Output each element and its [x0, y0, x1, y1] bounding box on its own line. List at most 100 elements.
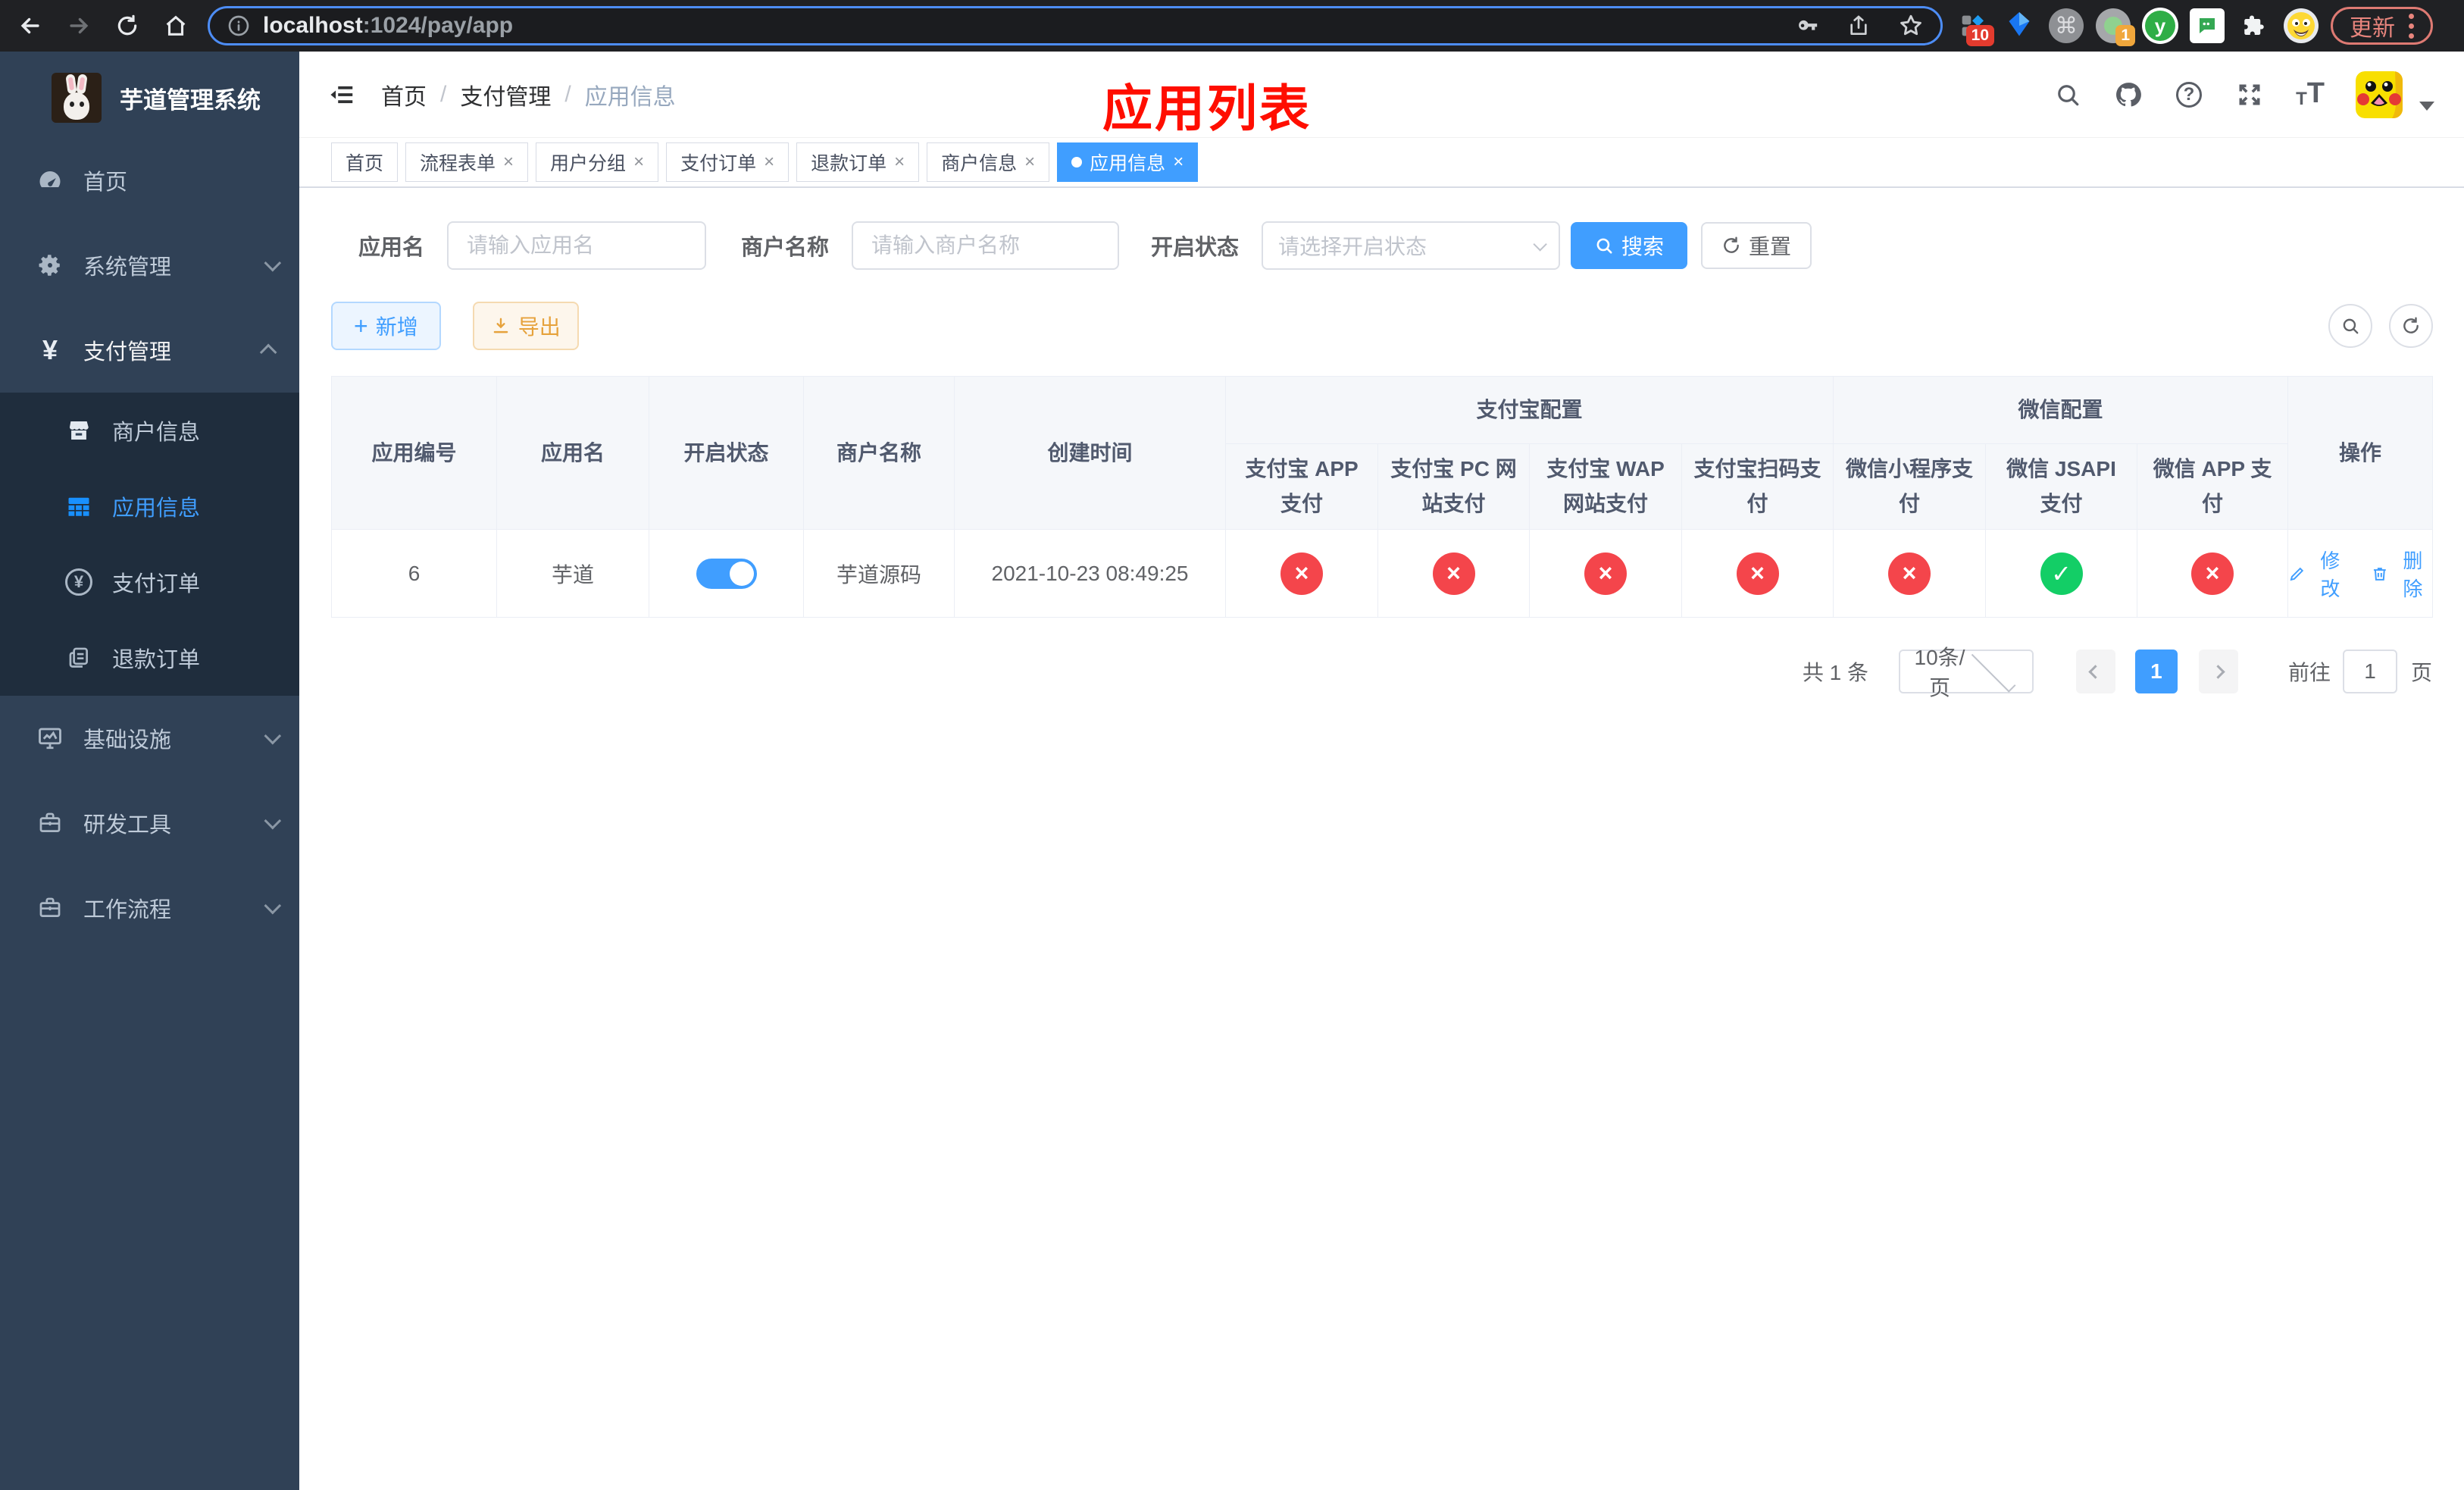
col-header-actions: 操作 — [2287, 376, 2434, 530]
channel-alipay-qr-status[interactable]: × — [1736, 552, 1779, 595]
password-key-icon[interactable] — [1793, 13, 1819, 39]
sidebar-collapse-icon[interactable] — [324, 77, 360, 113]
merchant-name-input[interactable] — [852, 221, 1120, 270]
app-title: 芋道管理系统 — [120, 86, 261, 114]
col-group-alipay: 支付宝配置 — [1224, 376, 1834, 444]
close-icon[interactable]: × — [764, 153, 774, 171]
top-navbar: 首页 / 支付管理 / 应用信息 ? T T — [299, 52, 2464, 138]
grid-table-icon — [64, 491, 94, 521]
page-number-button[interactable]: 1 — [2134, 650, 2178, 693]
browser-menu-icon[interactable] — [2409, 13, 2414, 39]
sidebar-item-workflow[interactable]: 工作流程 — [0, 866, 299, 950]
goto-page-input[interactable] — [2342, 650, 2397, 693]
app-logo — [52, 73, 102, 123]
close-icon[interactable]: × — [894, 153, 905, 171]
help-icon[interactable]: ? — [2174, 80, 2204, 110]
user-avatar[interactable] — [2356, 70, 2403, 118]
page-size-select[interactable]: 10条/页 — [1898, 646, 2034, 700]
fullscreen-icon[interactable] — [2234, 80, 2265, 110]
prev-page-button[interactable] — [2075, 650, 2115, 693]
tab-bar: 首页 流程表单 × 用户分组 × 支付订单 × 退款订单 × 商户信息 × 应用信息 × — [299, 138, 2464, 188]
channel-alipay-app-status[interactable]: × — [1280, 552, 1323, 595]
sidebar-item-system[interactable]: 系统管理 — [0, 223, 299, 308]
status-select[interactable]: 请选择开启状态 — [1262, 221, 1561, 270]
channel-wechat-mini-status[interactable]: × — [1888, 552, 1931, 595]
browser-back-icon[interactable] — [12, 8, 48, 44]
monitor-icon — [35, 723, 65, 753]
toggle-search-button[interactable] — [2328, 304, 2373, 348]
channel-wechat-jsapi-status[interactable]: ✓ — [2040, 552, 2083, 595]
delete-link[interactable]: 删除 — [2371, 546, 2432, 602]
browser-home-icon[interactable] — [158, 8, 194, 44]
tab-refund-orders[interactable]: 退款订单 × — [796, 142, 920, 182]
search-icon[interactable] — [2053, 80, 2083, 110]
refresh-table-button[interactable] — [2389, 304, 2434, 348]
extension-recorder-icon[interactable]: 1 — [2094, 7, 2135, 46]
channel-alipay-pc-status[interactable]: × — [1432, 552, 1475, 595]
sidebar-item-infrastructure[interactable]: 基础设施 — [0, 696, 299, 781]
extension-y-icon[interactable]: y — [2141, 7, 2179, 45]
tab-user-group[interactable]: 用户分组 × — [536, 142, 659, 182]
tab-app-info[interactable]: 应用信息 × — [1057, 142, 1199, 182]
user-menu-caret-icon[interactable] — [2419, 101, 2435, 111]
cell-created: 2021-10-23 08:49:25 — [954, 529, 1226, 618]
sidebar-item-payment[interactable]: ¥ 支付管理 — [0, 308, 299, 393]
close-icon[interactable]: × — [1024, 153, 1035, 171]
sidebar-item-dev-tools[interactable]: 研发工具 — [0, 781, 299, 866]
status-select-placeholder: 请选择开启状态 — [1278, 235, 1427, 258]
github-icon[interactable] — [2113, 80, 2143, 110]
export-button[interactable]: 导出 — [472, 302, 579, 350]
app-name-input[interactable] — [447, 221, 707, 270]
add-button[interactable]: + 新增 — [331, 302, 441, 350]
sidebar-item-refund-orders[interactable]: 退款订单 — [0, 620, 299, 696]
close-icon[interactable]: × — [633, 153, 644, 171]
extension-chat-icon[interactable] — [2188, 7, 2226, 45]
tab-process-form[interactable]: 流程表单 × — [405, 142, 529, 182]
close-icon[interactable]: × — [1173, 153, 1184, 171]
search-icon — [1596, 238, 1612, 254]
reset-button[interactable]: 重置 — [1701, 222, 1812, 269]
next-page-button[interactable] — [2198, 650, 2238, 693]
breadcrumb-home[interactable]: 首页 — [381, 78, 427, 111]
address-bar[interactable]: localhost:1024/pay/app — [208, 6, 1943, 45]
sidebar-item-label: 支付订单 — [112, 572, 201, 596]
url-host: localhost — [263, 13, 363, 38]
chevron-down-icon — [264, 254, 282, 272]
app-logo-row[interactable]: 芋道管理系统 — [0, 52, 299, 138]
font-size-icon[interactable]: TT — [2295, 77, 2325, 110]
col-header-wechat-jsapi: 微信 JSAPI 支付 — [1985, 443, 2138, 530]
edit-link[interactable]: 修改 — [2288, 546, 2350, 602]
tab-home[interactable]: 首页 — [331, 142, 399, 182]
tab-merchant-info[interactable]: 商户信息 × — [927, 142, 1050, 182]
search-button[interactable]: 搜索 — [1571, 222, 1688, 269]
breadcrumb-payment[interactable]: 支付管理 — [460, 78, 551, 111]
browser-update-button[interactable]: 更新 — [2331, 7, 2433, 45]
sidebar-item-home[interactable]: 首页 — [0, 138, 299, 223]
channel-wechat-app-status[interactable]: × — [2191, 552, 2234, 595]
browser-forward-icon[interactable] — [61, 8, 97, 44]
extensions-puzzle-icon[interactable] — [2235, 7, 2273, 45]
extension-grid-icon[interactable]: 10 — [1953, 7, 1994, 46]
site-info-icon[interactable] — [227, 14, 251, 38]
close-icon[interactable]: × — [503, 153, 514, 171]
app-table: 应用编号 应用名 开启状态 商户名称 创建时间 支付宝配置 微信配置 操作 支付… — [331, 376, 2434, 618]
extension-command-icon[interactable]: ⌘ — [2047, 7, 2085, 45]
status-toggle[interactable] — [696, 558, 757, 589]
tab-pay-orders[interactable]: 支付订单 × — [666, 142, 790, 182]
yen-circle-icon: ¥ — [64, 567, 94, 597]
search-form: 应用名 商户名称 开启状态 请选择开启状态 搜索 重置 — [331, 221, 2433, 270]
share-icon[interactable] — [1846, 14, 1871, 38]
document-icon — [64, 643, 94, 673]
sidebar-item-label: 退款订单 — [112, 648, 201, 672]
browser-reload-icon[interactable] — [109, 8, 145, 44]
profile-avatar-icon[interactable] — [2282, 7, 2320, 45]
col-header-alipay-pc: 支付宝 PC 网站支付 — [1377, 443, 1530, 530]
channel-alipay-wap-status[interactable]: × — [1584, 552, 1627, 595]
sidebar-item-merchant-info[interactable]: 商户信息 — [0, 393, 299, 468]
extension-kite-icon[interactable] — [2000, 7, 2038, 45]
sidebar-item-app-info[interactable]: 应用信息 — [0, 468, 299, 544]
url-text[interactable]: localhost:1024/pay/app — [263, 13, 1793, 39]
sidebar-item-pay-orders[interactable]: ¥ 支付订单 — [0, 544, 299, 620]
bookmark-star-icon[interactable] — [1898, 13, 1924, 39]
cell-app-name: 芋道 — [496, 529, 649, 618]
